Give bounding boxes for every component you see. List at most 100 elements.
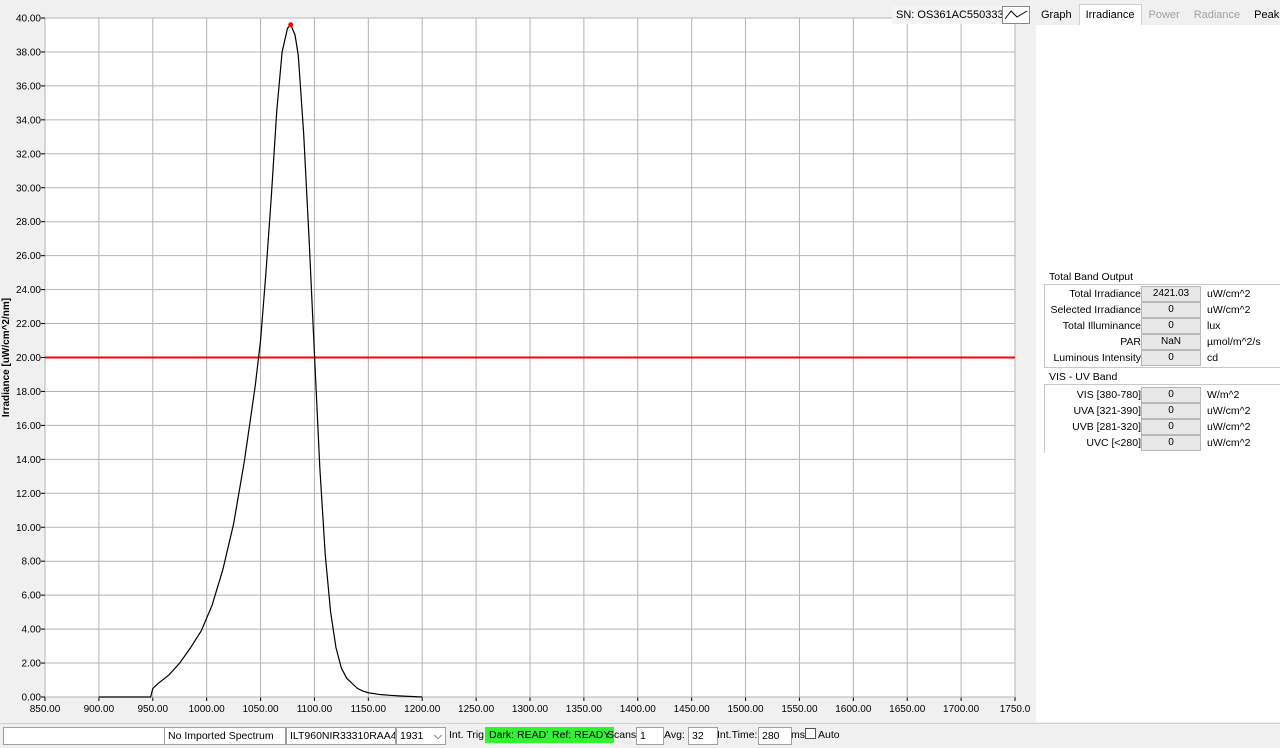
uvb-value: 0 (1141, 419, 1201, 435)
total-band-group: Total Irradiance 2421.03 uW/cm^2 Selecte… (1044, 284, 1280, 368)
luminous-intensity-label: Luminous Intensity (1053, 352, 1141, 364)
vis-unit: W/m^2 (1207, 389, 1240, 401)
y-axis-label: Irradiance [uW/cm^2/nm] (1, 298, 12, 417)
x-tick-label: 1050.00 (242, 704, 279, 715)
uva-row: UVA [321-390] 0 uW/cm^2 (1045, 403, 1280, 419)
x-tick-label: 850.00 (30, 704, 61, 715)
x-tick-label: 1100.00 (297, 704, 333, 715)
y-tick-label: 26.00 (16, 251, 41, 262)
total-illuminance-unit: lux (1207, 320, 1221, 332)
ms-label: ms (791, 729, 805, 741)
x-tick-label: 1650.00 (889, 704, 926, 715)
scans-label: Scans: (607, 729, 640, 741)
status-bar: No Imported Spectrum ILT960NIR33310RAA4.… (0, 723, 1280, 748)
vis-uv-band-group: VIS [380-780] 0 W/m^2 UVA [321-390] 0 uW… (1044, 384, 1280, 453)
tab-irradiance[interactable]: Irradiance (1078, 4, 1142, 25)
uvc-value: 0 (1141, 435, 1201, 451)
peak-marker (288, 22, 294, 28)
y-tick-label: 32.00 (16, 149, 41, 160)
avg-input[interactable]: 32 (688, 727, 718, 745)
auto-checkbox-box[interactable] (805, 728, 816, 739)
selected-irradiance-value: 0 (1141, 302, 1201, 318)
tab-power[interactable]: Power (1142, 4, 1187, 26)
selected-irradiance-row: Selected Irradiance 0 uW/cm^2 (1045, 302, 1280, 318)
uva-unit: uW/cm^2 (1207, 405, 1251, 417)
x-tick-label: 1200.00 (404, 704, 441, 715)
y-tick-label: 12.00 (16, 489, 41, 500)
total-illuminance-label: Total Illuminance (1062, 320, 1141, 332)
uvc-label: UVC [<280] (1086, 437, 1141, 449)
x-tick-label: 950.00 (137, 704, 168, 715)
plot-legend-icon[interactable] (1002, 6, 1030, 24)
par-unit: µmol/m^2/s (1207, 336, 1261, 348)
serial-number-label: SN: OS361AC55033310 (892, 6, 1020, 24)
uvc-unit: uW/cm^2 (1207, 437, 1251, 449)
spectrum-chart: 850.00 900.00 950.00 1000.00 1050.00 1100.00 1… (0, 0, 1030, 722)
x-tick-label: 1400.00 (620, 704, 657, 715)
x-tick-label: 1300.00 (512, 704, 549, 715)
y-tick-label: 28.00 (16, 217, 41, 228)
int-trig-label: Int. Trig (449, 729, 485, 741)
x-tick-label: 1000.00 (189, 704, 226, 715)
x-tick-label: 1350.00 (566, 704, 603, 715)
x-tick-label: 1600.00 (835, 704, 872, 715)
chart-svg: 850.00 900.00 950.00 1000.00 1050.00 1100.00 1… (1, 14, 1030, 716)
vis-uv-band-title: VIS - UV Band (1049, 371, 1118, 383)
total-band-title: Total Band Output (1049, 271, 1134, 283)
ref-status-badge: Ref: READY (548, 727, 615, 743)
calibration-file-field[interactable]: ILT960NIR33310RAA4.c (286, 727, 396, 745)
y-tick-label: 24.00 (16, 285, 41, 296)
y-tick-label: 18.00 (16, 387, 41, 398)
uvb-label: UVB [281-320] (1072, 421, 1141, 433)
x-tick-label: 1150.00 (351, 704, 387, 715)
tab-radiance[interactable]: Radiance (1187, 4, 1247, 26)
y-tick-label: 8.00 (22, 557, 42, 568)
par-row: PAR NaN µmol/m^2/s (1045, 334, 1280, 350)
x-tick-label: 1250.00 (458, 704, 495, 715)
y-tick-label: 4.00 (22, 625, 42, 636)
y-tick-label: 14.00 (16, 455, 41, 466)
y-tick-label: 2.00 (22, 659, 42, 670)
par-label: PAR (1120, 336, 1141, 348)
x-tick-label: 1700.00 (943, 704, 980, 715)
vis-row: VIS [380-780] 0 W/m^2 (1045, 387, 1280, 403)
vis-value: 0 (1141, 387, 1201, 403)
x-tick-label: 1500.00 (727, 704, 764, 715)
uvb-row: UVB [281-320] 0 uW/cm^2 (1045, 419, 1280, 435)
selected-irradiance-label: Selected Irradiance (1050, 304, 1141, 316)
scans-input[interactable]: 1 (636, 727, 664, 745)
avg-label: Avg: (664, 729, 685, 741)
y-tick-label: 20.00 (16, 353, 41, 364)
uvc-row: UVC [<280] 0 uW/cm^2 (1045, 435, 1280, 451)
int-time-label: Int.Time: (717, 729, 758, 741)
cie-year-value: 1931 (400, 730, 424, 742)
imported-spectrum-field[interactable]: No Imported Spectrum (164, 727, 286, 745)
x-tick-label: 1550.00 (781, 704, 818, 715)
cie-year-select[interactable]: 1931 ⌵ (396, 727, 446, 745)
y-tick-label: 40.00 (16, 14, 41, 25)
dark-status-badge: Dark: READY (485, 727, 558, 743)
status-text-field[interactable] (3, 727, 165, 745)
y-tick-label: 22.00 (16, 319, 41, 330)
y-tick-label: 16.00 (16, 421, 41, 432)
total-irradiance-row: Total Irradiance 2421.03 uW/cm^2 (1045, 286, 1280, 302)
y-tick-label: 10.00 (16, 523, 41, 534)
vis-label: VIS [380-780] (1076, 389, 1141, 401)
uva-value: 0 (1141, 403, 1201, 419)
x-tick-label: 900.00 (84, 704, 115, 715)
irradiance-tab-content: Total Band Output Total Irradiance 2421.… (1036, 25, 1280, 722)
y-tick-label: 36.00 (16, 81, 41, 92)
y-tick-label: 38.00 (16, 47, 41, 58)
y-tick-label: 34.00 (16, 115, 41, 126)
uva-label: UVA [321-390] (1073, 405, 1141, 417)
total-illuminance-value: 0 (1141, 318, 1201, 334)
int-time-input[interactable]: 280 (758, 727, 792, 745)
total-irradiance-value: 2421.03 (1141, 286, 1201, 302)
auto-checkbox[interactable]: Auto (805, 727, 840, 743)
y-tick-label: 6.00 (22, 591, 42, 602)
x-tick-label: 1450.00 (674, 704, 711, 715)
tab-peak[interactable]: Peak (1247, 4, 1280, 26)
total-irradiance-label: Total Irradiance (1069, 288, 1141, 300)
tab-graph[interactable]: Graph (1034, 4, 1079, 26)
total-illuminance-row: Total Illuminance 0 lux (1045, 318, 1280, 334)
